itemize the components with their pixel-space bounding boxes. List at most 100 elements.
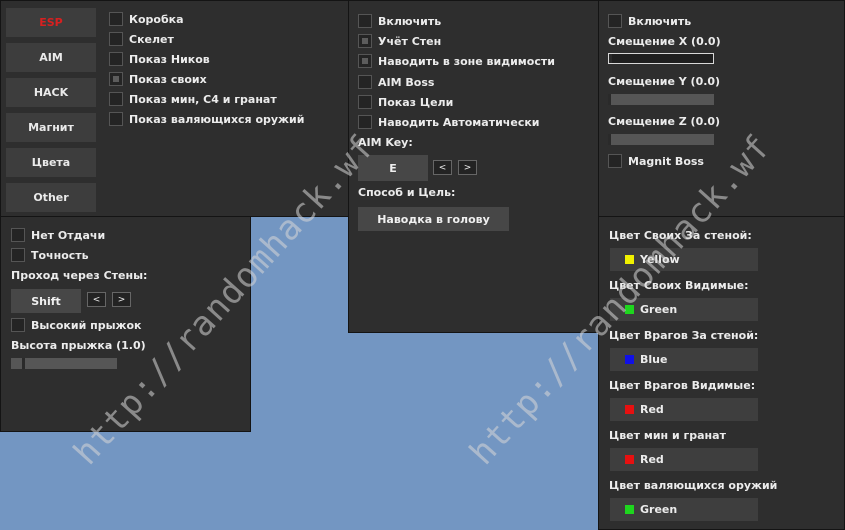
main-menu-panel: ESP AIM HACK Магнит Цвета Other Коробка … <box>0 0 349 217</box>
color-own-visible-button[interactable]: Green <box>610 298 758 321</box>
hack-high-jump-checkbox[interactable] <box>11 318 25 332</box>
aim-fov-option[interactable]: Наводить в зоне видимости <box>358 53 555 69</box>
magnet-enable-checkbox[interactable] <box>608 14 622 28</box>
hack-high-jump-label: Высокий прыжок <box>31 318 142 332</box>
esp-mines-label: Показ мин, C4 и гранат <box>129 92 277 106</box>
esp-nicks-checkbox[interactable] <box>109 52 123 66</box>
magnet-offset-x-thumb[interactable] <box>609 54 612 63</box>
aim-key-button[interactable]: E <box>358 155 428 181</box>
color-mines-value: Red <box>640 453 664 466</box>
hack-high-jump-option[interactable]: Высокий прыжок <box>11 317 142 333</box>
color-own-behind-button[interactable]: Yellow <box>610 248 758 271</box>
aim-walls-label: Учёт Стен <box>378 34 442 48</box>
nav-magnet-button[interactable]: Магнит <box>6 113 96 142</box>
aim-auto-label: Наводить Автоматически <box>378 115 540 129</box>
magnet-offset-z-thumb[interactable] <box>608 134 611 145</box>
esp-mines-option[interactable]: Показ мин, C4 и гранат <box>109 91 277 107</box>
magnet-offset-y-label: Смещение Y (0.0) <box>608 75 721 88</box>
nav-colors-button[interactable]: Цвета <box>6 148 96 177</box>
red-swatch-icon <box>625 405 634 414</box>
color-weapons-button[interactable]: Green <box>610 498 758 521</box>
esp-mines-checkbox[interactable] <box>109 92 123 106</box>
hack-panel: Нет Отдачи Точность Проход через Стены: … <box>0 216 251 432</box>
esp-box-label: Коробка <box>129 12 184 26</box>
color-enemy-behind-label: Цвет Врагов За стеной: <box>609 329 759 342</box>
esp-weapons-option[interactable]: Показ валяющихся оружий <box>109 111 304 127</box>
esp-box-option[interactable]: Коробка <box>109 11 184 27</box>
color-own-behind-value: Yellow <box>640 253 680 266</box>
aim-enable-label: Включить <box>378 14 442 28</box>
color-weapons-label: Цвет валяющихся оружий <box>609 479 778 492</box>
colors-panel: Цвет Своих За стеной: Yellow Цвет Своих … <box>598 216 845 530</box>
blue-swatch-icon <box>625 355 634 364</box>
aim-key-prev-button[interactable]: < <box>433 160 452 175</box>
magnet-offset-y-slider[interactable] <box>608 94 714 105</box>
hack-accuracy-checkbox[interactable] <box>11 248 25 262</box>
hack-jump-height-label: Высота прыжка (1.0) <box>11 339 146 352</box>
hack-no-recoil-checkbox[interactable] <box>11 228 25 242</box>
esp-skeleton-checkbox[interactable] <box>109 32 123 46</box>
esp-own-checkbox[interactable] <box>109 72 123 86</box>
color-own-behind-label: Цвет Своих За стеной: <box>609 229 752 242</box>
aim-panel: Включить Учёт Стен Наводить в зоне видим… <box>348 0 599 333</box>
esp-box-checkbox[interactable] <box>109 12 123 26</box>
magnet-offset-y-thumb[interactable] <box>608 94 611 105</box>
esp-skeleton-option[interactable]: Скелет <box>109 31 174 47</box>
magnet-enable-option[interactable]: Включить <box>608 13 691 29</box>
aim-auto-option[interactable]: Наводить Автоматически <box>358 114 540 130</box>
aim-show-target-checkbox[interactable] <box>358 95 372 109</box>
hack-jump-height-thumb[interactable] <box>22 358 25 369</box>
nav-other-button[interactable]: Other <box>6 183 96 212</box>
aim-show-target-label: Показ Цели <box>378 95 454 109</box>
color-mines-label: Цвет мин и гранат <box>609 429 726 442</box>
magnet-boss-label: Magnit Boss <box>628 154 704 168</box>
esp-own-option[interactable]: Показ своих <box>109 71 207 87</box>
green-swatch-icon <box>625 305 634 314</box>
aim-enable-option[interactable]: Включить <box>358 13 441 29</box>
esp-nicks-label: Показ Ников <box>129 52 210 66</box>
magnet-boss-option[interactable]: Magnit Boss <box>608 153 704 169</box>
color-own-visible-value: Green <box>640 303 678 316</box>
hack-no-recoil-option[interactable]: Нет Отдачи <box>11 227 105 243</box>
magnet-panel: Включить Смещение X (0.0) Смещение Y (0.… <box>598 0 845 217</box>
magnet-offset-x-slider[interactable] <box>608 53 714 64</box>
color-enemy-visible-label: Цвет Врагов Видимые: <box>609 379 756 392</box>
esp-own-label: Показ своих <box>129 72 207 86</box>
hack-no-recoil-label: Нет Отдачи <box>31 228 106 242</box>
esp-weapons-checkbox[interactable] <box>109 112 123 126</box>
color-enemy-visible-button[interactable]: Red <box>610 398 758 421</box>
hack-accuracy-label: Точность <box>31 248 89 262</box>
magnet-offset-z-slider[interactable] <box>608 134 714 145</box>
aim-auto-checkbox[interactable] <box>358 115 372 129</box>
aim-fov-checkbox[interactable] <box>358 54 372 68</box>
aim-method-label: Способ и Цель: <box>358 186 456 199</box>
aim-walls-checkbox[interactable] <box>358 34 372 48</box>
aim-boss-option[interactable]: AIM Boss <box>358 74 434 90</box>
aim-boss-label: AIM Boss <box>378 75 435 89</box>
aim-boss-checkbox[interactable] <box>358 75 372 89</box>
hack-wallhack-prev-button[interactable]: < <box>87 292 106 307</box>
magnet-enable-label: Включить <box>628 14 692 28</box>
green-swatch-icon <box>625 505 634 514</box>
aim-enable-checkbox[interactable] <box>358 14 372 28</box>
hack-wallhack-next-button[interactable]: > <box>112 292 131 307</box>
nav-aim-button[interactable]: AIM <box>6 43 96 72</box>
aim-method-button[interactable]: Наводка в голову <box>358 207 509 231</box>
hack-wallhack-key-button[interactable]: Shift <box>11 289 81 313</box>
nav-esp-button[interactable]: ESP <box>6 8 96 37</box>
hack-jump-height-slider[interactable] <box>11 358 117 369</box>
aim-key-label: AIM Key: <box>358 136 413 149</box>
nav-hack-button[interactable]: HACK <box>6 78 96 107</box>
aim-walls-option[interactable]: Учёт Стен <box>358 33 441 49</box>
esp-nicks-option[interactable]: Показ Ников <box>109 51 210 67</box>
color-mines-button[interactable]: Red <box>610 448 758 471</box>
color-enemy-behind-value: Blue <box>640 353 668 366</box>
yellow-swatch-icon <box>625 255 634 264</box>
magnet-boss-checkbox[interactable] <box>608 154 622 168</box>
color-enemy-behind-button[interactable]: Blue <box>610 348 758 371</box>
hack-accuracy-option[interactable]: Точность <box>11 247 89 263</box>
color-own-visible-label: Цвет Своих Видимые: <box>609 279 749 292</box>
aim-key-next-button[interactable]: > <box>458 160 477 175</box>
aim-fov-label: Наводить в зоне видимости <box>378 54 555 68</box>
aim-show-target-option[interactable]: Показ Цели <box>358 94 453 110</box>
